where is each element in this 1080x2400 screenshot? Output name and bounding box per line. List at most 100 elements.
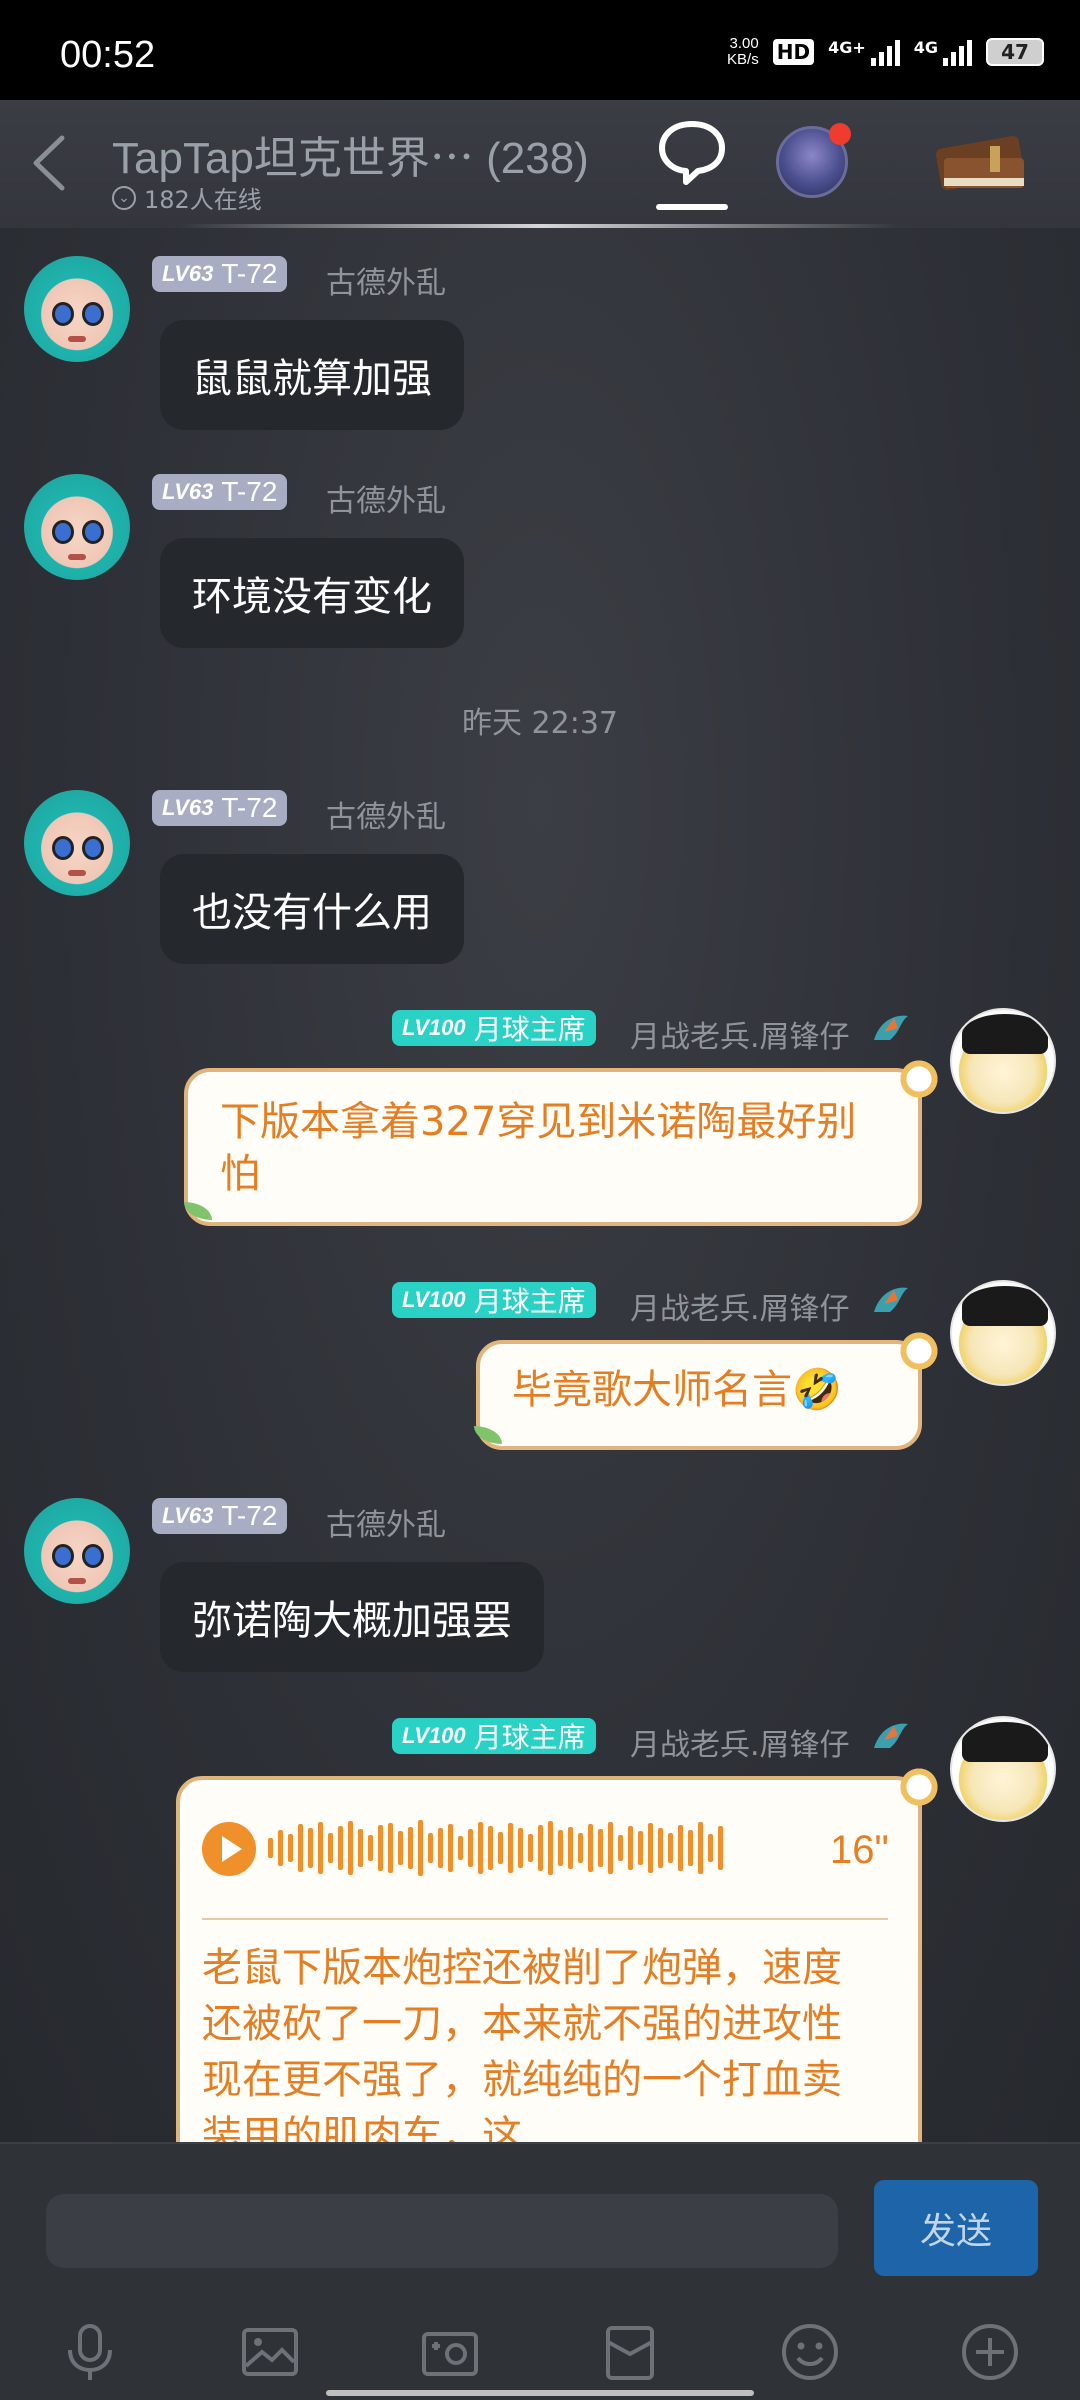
message-bubble[interactable]: 鼠鼠就算加强 [160, 320, 464, 430]
level-label: LV100 [402, 1723, 466, 1748]
waveform-bar [518, 1828, 523, 1868]
waveform-bar [668, 1833, 673, 1863]
sticker-icon[interactable] [598, 2320, 662, 2384]
waveform-bar [408, 1827, 413, 1869]
user-level-badge: LV100 月球主席 [392, 1010, 596, 1046]
net-speed-unit: KB/s [727, 51, 759, 68]
waveform-bar [368, 1835, 373, 1861]
user-level-badge: LV63 T-72 [152, 1498, 288, 1534]
sim2-label: 4G [913, 38, 938, 57]
play-icon[interactable] [202, 1822, 256, 1876]
camera-icon[interactable] [418, 2320, 482, 2384]
back-icon[interactable] [22, 130, 82, 196]
level-label: LV63 [162, 479, 214, 504]
chat-message-list[interactable]: LV63 T-72 古德外乱 鼠鼠就算加强 LV63 T-72 古德外乱 环境没… [0, 228, 1080, 2142]
plus-icon[interactable] [958, 2320, 1022, 2384]
input-bar: 发送 [0, 2142, 1080, 2400]
username[interactable]: 古德外乱 [326, 258, 446, 302]
microphone-icon[interactable] [58, 2320, 122, 2384]
net-speed-value: 3.00 [729, 35, 759, 52]
username[interactable]: 月战老兵.屑锋仔 [630, 1720, 850, 1764]
bird-icon [874, 1723, 908, 1748]
emoji-icon[interactable] [778, 2320, 842, 2384]
message-timestamp: 昨天 22:37 [462, 706, 618, 741]
home-indicator[interactable] [326, 2390, 754, 2396]
battery-icon: 47 [986, 38, 1044, 66]
user-level-badge: LV63 T-72 [152, 790, 288, 826]
user-level-badge: LV100 月球主席 [392, 1718, 596, 1754]
voice-waveform[interactable] [268, 1818, 723, 1878]
waveform-bar [528, 1834, 533, 1862]
waveform-bar [548, 1821, 553, 1875]
bird-icon [874, 1015, 908, 1040]
sim1-label: 4G+ [828, 38, 866, 57]
message-bubble[interactable]: 也没有什么用 [160, 854, 464, 964]
waveform-bar [658, 1828, 663, 1868]
online-count-text: 182人在线 [144, 186, 262, 214]
book-icon[interactable] [930, 128, 1030, 198]
chat-bubble-icon [659, 121, 725, 185]
user-avatar[interactable] [950, 1008, 1056, 1114]
level-label: LV63 [162, 261, 214, 286]
badge-title: T-72 [221, 258, 278, 289]
waveform-bar [718, 1826, 723, 1870]
waveform-bar [388, 1823, 393, 1873]
waveform-bar [468, 1829, 473, 1867]
user-avatar[interactable] [950, 1280, 1056, 1386]
group-avatar-button[interactable] [776, 123, 851, 198]
username[interactable]: 月战老兵.屑锋仔 [630, 1012, 850, 1056]
waveform-bar [558, 1830, 563, 1866]
status-bar: 00:52 3.00 KB/s HD 4G+ 4G 47 [0, 0, 1080, 100]
badge-title: 月球主席 [473, 1014, 586, 1045]
online-count[interactable]: ⌄ 182人在线 [112, 180, 262, 215]
chat-tab[interactable] [654, 114, 730, 214]
badge-title: 月球主席 [473, 1722, 586, 1753]
user-avatar[interactable] [950, 1716, 1056, 1822]
waveform-bar [378, 1825, 383, 1871]
level-label: LV63 [162, 1503, 214, 1528]
message-bubble[interactable]: 毕竟歌大师名言🤣 [476, 1340, 922, 1450]
signal-sim2-icon: 4G [914, 38, 972, 66]
sun-decoration [894, 1054, 944, 1104]
badge-title: T-72 [221, 1500, 278, 1531]
status-icons: 3.00 KB/s HD 4G+ 4G 47 [727, 36, 1044, 68]
user-avatar[interactable] [24, 1498, 130, 1604]
user-level-badge: LV100 月球主席 [392, 1282, 596, 1318]
username[interactable]: 古德外乱 [326, 1500, 446, 1544]
waveform-bar [488, 1826, 493, 1870]
waveform-bar [448, 1824, 453, 1872]
username[interactable]: 古德外乱 [326, 476, 446, 520]
image-icon[interactable] [238, 2320, 302, 2384]
waveform-bar [568, 1827, 573, 1869]
waveform-bar [608, 1822, 613, 1874]
voice-divider [202, 1918, 888, 1920]
user-avatar[interactable] [24, 790, 130, 896]
voice-transcript-text: 老鼠下版本炮控还被削了炮弹，速度还被砍了一刀，本来就不强的进攻性现在更不强了，就… [202, 1945, 842, 2142]
message-bubble[interactable]: 环境没有变化 [160, 538, 464, 648]
send-button[interactable]: 发送 [874, 2180, 1038, 2276]
message-bubble[interactable]: 弥诺陶大概加强罢 [160, 1562, 544, 1672]
waveform-bar [708, 1834, 713, 1862]
user-avatar[interactable] [24, 474, 130, 580]
voice-duration: 16" [830, 1828, 889, 1872]
waveform-bar [358, 1829, 363, 1867]
waveform-bar [268, 1838, 273, 1858]
waveform-bar [348, 1821, 353, 1875]
message-input[interactable] [46, 2194, 838, 2268]
user-level-badge: LV63 T-72 [152, 256, 288, 292]
active-tab-indicator [656, 204, 728, 210]
waveform-bar [538, 1825, 543, 1871]
waveform-bar [318, 1822, 323, 1874]
username[interactable]: 古德外乱 [326, 792, 446, 836]
waveform-bar [278, 1830, 283, 1866]
waveform-bar [338, 1826, 343, 1870]
waveform-bar [328, 1833, 333, 1863]
user-avatar[interactable] [24, 256, 130, 362]
username[interactable]: 月战老兵.屑锋仔 [630, 1284, 850, 1328]
waveform-bar [598, 1829, 603, 1867]
level-label: LV63 [162, 795, 214, 820]
group-title[interactable]: TapTap坦克世界⋯ (238) [112, 122, 589, 186]
waveform-bar [418, 1820, 423, 1876]
waveform-bar [638, 1831, 643, 1865]
message-bubble[interactable]: 下版本拿着327穿见到米诺陶最好别怕 [184, 1068, 922, 1226]
